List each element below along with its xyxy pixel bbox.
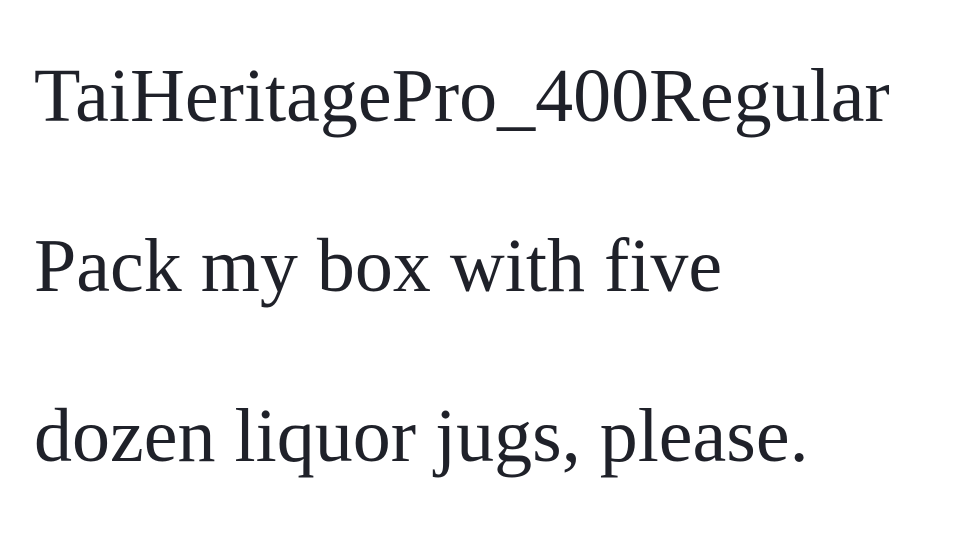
sample-text-line-2: dozen liquor jugs, please. bbox=[34, 394, 809, 478]
font-name-heading: TaiHeritagePro_400Regular bbox=[34, 54, 890, 138]
font-preview-canvas: TaiHeritagePro_400Regular Pack my box wi… bbox=[0, 0, 961, 540]
sample-text-line-1: Pack my box with five bbox=[34, 224, 723, 308]
